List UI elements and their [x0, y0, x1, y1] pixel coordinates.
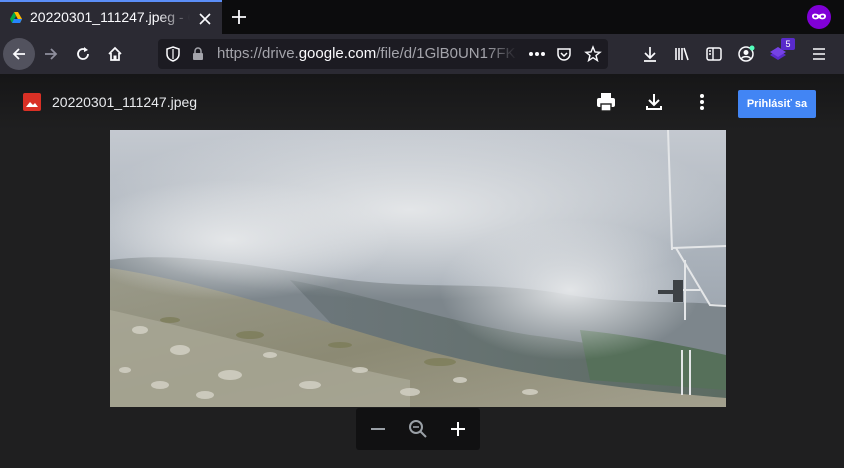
close-icon[interactable] [197, 11, 213, 27]
account-icon[interactable] [730, 38, 762, 70]
lock-icon[interactable] [192, 47, 204, 61]
file-name: 20220301_111247.jpeg [52, 94, 198, 110]
extension-badge: 5 [781, 38, 795, 50]
drive-favicon [10, 12, 22, 23]
zoom-out-icon[interactable] [366, 417, 390, 441]
url-prefix: https://drive. [217, 45, 299, 62]
active-tab[interactable]: 20220301_111247.jpeg - Google Drive [0, 0, 222, 34]
more-icon[interactable] [528, 51, 546, 57]
back-icon[interactable] [3, 38, 35, 70]
star-icon[interactable] [584, 45, 602, 63]
mountain-photo [110, 130, 726, 407]
reload-icon[interactable] [67, 38, 99, 70]
more-vert-icon[interactable] [688, 88, 716, 116]
shield-icon[interactable] [166, 46, 180, 62]
image-preview [110, 130, 726, 407]
menu-icon[interactable] [803, 38, 835, 70]
download-icon[interactable] [634, 38, 666, 70]
download-icon[interactable] [640, 88, 668, 116]
drive-viewer: 20220301_111247.jpeg Prihlásiť sa [0, 74, 844, 468]
forward-icon[interactable] [35, 38, 67, 70]
url-bar[interactable]: https://drive.google.com/file/d/1GlB0UN1… [158, 39, 608, 69]
signin-button[interactable]: Prihlásiť sa [738, 90, 816, 118]
sidebar-icon[interactable] [698, 38, 730, 70]
zoom-controls [356, 408, 480, 450]
zoom-reset-icon[interactable] [406, 417, 430, 441]
print-icon[interactable] [592, 88, 620, 116]
url-host: google.com [298, 45, 377, 62]
url-path: /file/d/1GlB0UN17FKq [376, 45, 517, 62]
tab-bar: 20220301_111247.jpeg - Google Drive [0, 0, 844, 34]
zoom-in-icon[interactable] [446, 417, 470, 441]
image-file-icon [23, 93, 41, 111]
url-text[interactable]: https://drive.google.com/file/d/1GlB0UN1… [217, 45, 517, 62]
viewer-header: 20220301_111247.jpeg Prihlásiť sa [0, 74, 844, 130]
home-icon[interactable] [99, 38, 131, 70]
private-browsing-icon [807, 5, 831, 29]
pocket-icon[interactable] [556, 46, 572, 62]
navigation-toolbar: https://drive.google.com/file/d/1GlB0UN1… [0, 34, 844, 74]
library-icon[interactable] [666, 38, 698, 70]
plus-icon[interactable] [230, 8, 248, 26]
tab-title: 20220301_111247.jpeg - Google Drive [30, 9, 190, 25]
